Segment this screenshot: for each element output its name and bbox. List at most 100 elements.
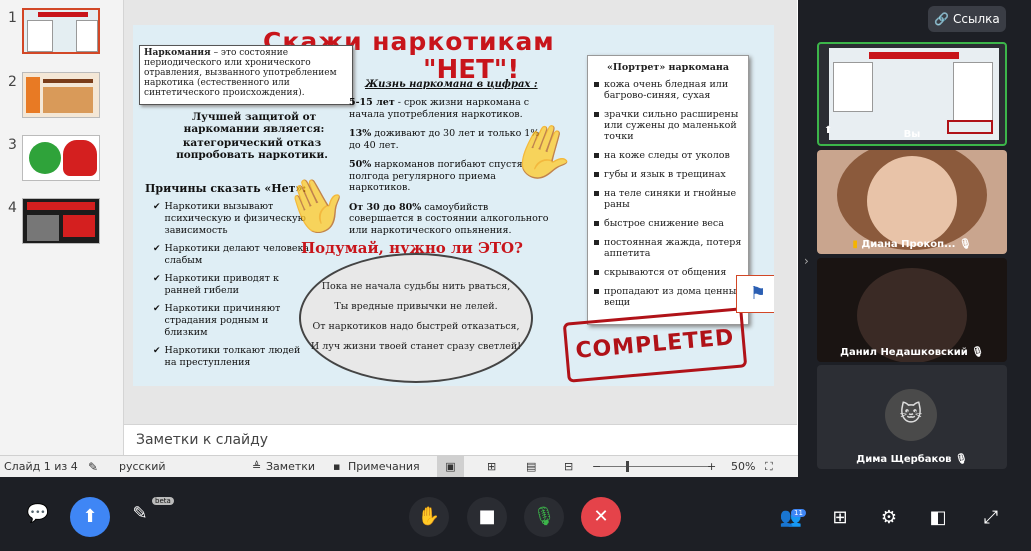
participant-label: Данил Недашковский 🎙 [817,347,1007,358]
fullscreen-button[interactable]: ⤢ [976,503,1006,533]
participant-tile[interactable]: 🐱 Дима Щербаков 🎙 [817,365,1007,469]
slide-thumbnail-4[interactable] [22,198,100,244]
callout-term: Наркомания [144,48,211,58]
portrait-title: «Портрет» наркомана [606,62,730,73]
audio-level-icon: ▮ [852,239,858,250]
portrait-item: на теле синяки и гнойные раны [594,188,742,210]
poem-line: От наркотиков надо быстрей отказаться, [312,321,520,332]
portrait-item: губы и язык в трещинах [594,169,742,180]
participants-button[interactable]: 👥 [776,503,806,533]
collapse-panel-icon[interactable]: › [804,254,809,268]
slide-sorter-icon[interactable]: ⊞ [487,460,496,473]
thumbnail-number: 4 [8,200,17,216]
camera-button[interactable]: ■ [467,497,507,537]
portrait-item: постоянная жажда, потеря аппетита [594,237,742,259]
screen-share-icon: ⬆ [82,506,98,527]
participant-name: Вы [903,129,921,140]
reason-item: ✔ Наркотики причиняют страдания родным и … [153,303,281,338]
reason-item: ✔ Наркотики приводят к ранней гибели [153,273,279,296]
status-bar: Слайд 1 из 4 ✎ русский ≜ Заметки ▪ Приме… [0,455,798,477]
settings-button[interactable]: ⚙ [874,503,904,533]
screen-share-button[interactable]: ⬆ [70,497,110,537]
spellcheck-icon[interactable]: ✎ [88,460,98,474]
pip-button[interactable]: ◧ [923,503,953,533]
thumbnail-row-3[interactable]: 3 [0,135,124,185]
close-icon: ✕ [593,506,609,527]
language-label[interactable]: русский [119,460,166,473]
addict-portrait-card: «Портрет» наркомана кожа очень бледная и… [587,55,749,325]
comments-button[interactable]: Примечания [348,460,420,473]
poem-line: И луч жизни твоей станет сразу светлей! [310,341,522,352]
microphone-button[interactable]: 🎙 [524,497,564,537]
fit-to-window-icon[interactable]: ⛶ [765,460,773,474]
reason-item: ✔ Наркотики толкают людей на преступления [153,345,301,368]
slide-counter: Слайд 1 из 4 [4,460,78,473]
zoom-in-button[interactable]: + [707,460,716,473]
slide-thumbnail-panel: 1 2 3 4 [0,0,124,455]
poem-line: Ты вредные привычки не лелей. [334,301,498,312]
notes-toggle-button[interactable]: Заметки [266,460,315,473]
mic-muted-icon: 🎙 [971,347,984,358]
screen-share-preview [829,48,999,140]
slideshow-icon[interactable]: ⊟ [564,460,573,473]
zoom-level[interactable]: 50% [731,460,755,473]
slide-canvas[interactable]: Скажи наркотикам "НЕТ"! Наркомания – это… [133,25,774,386]
participant-tile-self[interactable]: ⬆ Вы [817,42,1007,146]
grid-icon: ⊞ [832,507,848,528]
participant-name: Диана Прокоп... [861,239,956,250]
slide-thumbnail-2[interactable] [22,72,100,118]
copy-link-button[interactable]: 🔗 Ссылка [928,6,1006,32]
thumbnail-number: 3 [8,137,17,153]
video-face [867,156,957,246]
participant-label: Дима Щербаков 🎙 [817,454,1007,465]
draw-button[interactable]: ✎ [125,499,155,529]
picture-in-picture-icon: ◧ [929,507,947,528]
chat-icon: 💬 [26,503,50,524]
participant-name: Дима Щербаков [856,454,952,465]
microphone-icon: 🎙 [532,506,556,527]
slide-thumbnail-1[interactable] [22,8,100,54]
copy-link-label: Ссылка [953,12,1000,26]
portrait-item: скрываются от общения [594,267,742,278]
portrait-item: пропадают из дома ценные вещи [594,286,742,308]
thumbnail-row-1[interactable]: 1 [0,8,124,58]
poem-line: Пока не начала судьбы нить рваться, [321,281,511,292]
reason-item: ✔ Наркотики делают человека слабым [153,243,310,266]
portrait-list: кожа очень бледная или багрово-синяя, су… [594,79,742,308]
thumbnail-number: 2 [8,74,17,90]
layout-grid-button[interactable]: ⊞ [825,503,855,533]
chat-button[interactable]: 💬 [23,499,53,529]
thumbnail-row-4[interactable]: 4 [0,198,124,248]
notes-pane[interactable]: Заметки к слайду [124,424,797,455]
zoom-slider-handle[interactable] [626,461,629,472]
notes-toggle-icon[interactable]: ≜ [252,460,261,473]
raise-hand-button[interactable]: ✋ [409,497,449,537]
best-protection-heading: Лучшей защитой от наркомании является: [183,111,325,135]
thumbnail-row-2[interactable]: 2 [0,72,124,122]
portrait-item: кожа очень бледная или багрово-синяя, су… [594,79,742,101]
comments-icon[interactable]: ▪ [333,460,340,473]
participant-tile[interactable]: Данил Недашковский 🎙 [817,258,1007,362]
slide-editor-area: Скажи наркотикам "НЕТ"! Наркомания – это… [124,0,797,424]
pencil-icon: ✎ [132,503,148,524]
best-protection-text: категорический отказ попробовать наркоти… [176,137,328,161]
numbers-title: Жизнь наркомана в цифрах : [365,79,538,90]
app-root: 1 2 3 4 Скажи наркотикам "НЕТ"! Наркоман… [0,0,1031,551]
link-icon: 🔗 [934,12,950,26]
zoom-slider[interactable] [600,466,710,467]
normal-view-icon[interactable]: ▣ [437,456,464,477]
portrait-item: зрачки сильно расширены или сужены до ма… [594,109,742,142]
slide-thumbnail-3[interactable] [22,135,100,181]
poem-speech-bubble: Пока не начала судьбы нить рваться, Ты в… [299,253,533,383]
gear-icon: ⚙ [880,507,898,528]
participant-tile[interactable]: ▮ Диана Прокоп... 🎙 [817,150,1007,254]
reading-view-icon[interactable]: ▤ [526,460,536,473]
hand-icon: ✋ [417,506,441,527]
leave-call-button[interactable]: ✕ [581,497,621,537]
participants-count-badge: 11 [791,509,806,517]
mic-muted-icon: 🎙 [958,239,972,250]
camera-icon: ■ [478,506,496,527]
participant-label: ▮ Диана Прокоп... 🎙 [817,239,1007,250]
bookmark-icon[interactable]: ⚑ [736,275,774,313]
portrait-item: на коже следы от уколов [594,150,742,161]
